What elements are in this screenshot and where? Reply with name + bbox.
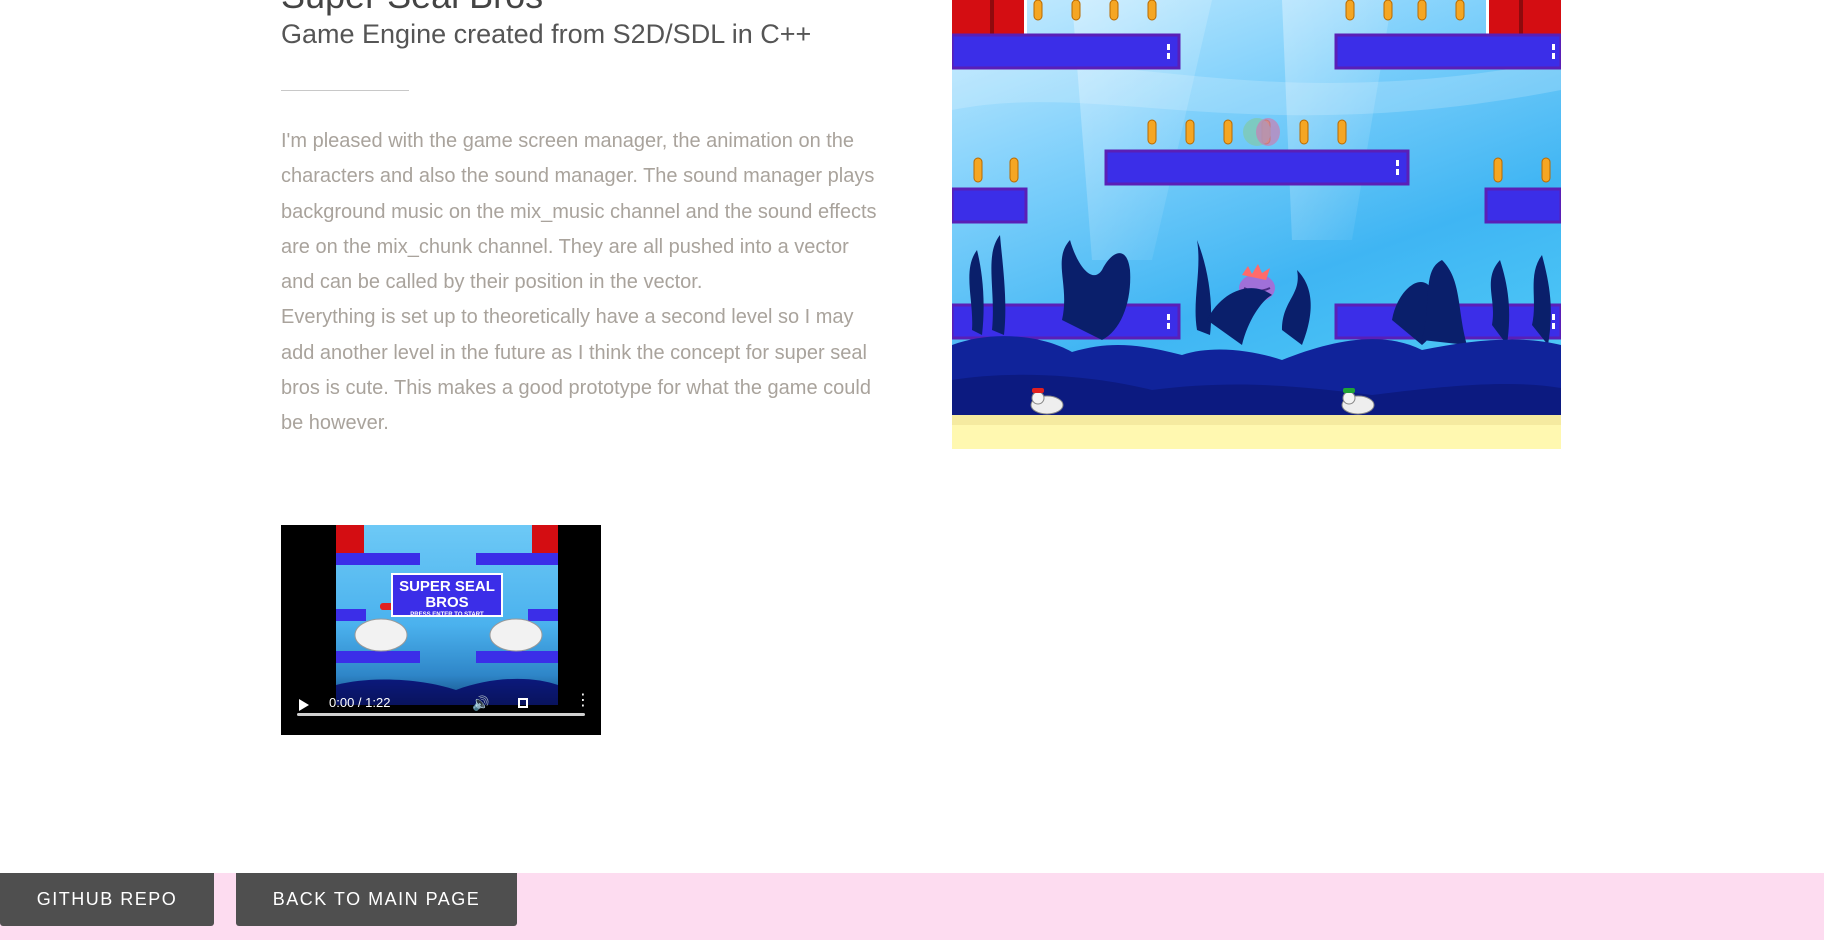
fullscreen-icon[interactable] [518, 698, 528, 708]
description-paragraph-2: Everything is set up to theoretically ha… [281, 306, 871, 435]
project-title: Super Seal Bros [281, 0, 543, 16]
play-icon[interactable] [299, 699, 309, 711]
pipe-left [952, 0, 1027, 34]
video-progress-bar[interactable] [297, 713, 585, 716]
footer-bar: GITHUB REPO BACK TO MAIN PAGE [0, 873, 1824, 940]
pipe-right [1486, 0, 1561, 34]
project-description: I'm pleased with the game screen manager… [281, 124, 881, 442]
video-title-card: SUPER SEAL BROS PRESS ENTER TO START [391, 573, 503, 618]
description-paragraph-1: I'm pleased with the game screen manager… [281, 130, 877, 294]
video-title-line2: BROS [425, 594, 469, 611]
game-screenshot [952, 0, 1561, 449]
gameplay-video-player[interactable]: SUPER SEAL BROS PRESS ENTER TO START 0:0… [281, 525, 601, 735]
project-subtitle: Game Engine created from S2D/SDL in C++ [281, 19, 812, 49]
project-page: Super Seal Bros Game Engine created from… [0, 0, 1824, 940]
video-title-line1: SUPER SEAL [399, 578, 495, 595]
clam-enemy-icon [1239, 118, 1280, 302]
title-divider [281, 90, 409, 91]
video-title-prompt: PRESS ENTER TO START [410, 612, 484, 618]
video-time: 0:00 / 1:22 [329, 695, 391, 710]
volume-icon[interactable]: 🔊 [472, 695, 489, 712]
back-to-main-button[interactable]: BACK TO MAIN PAGE [236, 873, 517, 926]
more-options-icon[interactable]: ⋮ [575, 693, 591, 709]
github-repo-button[interactable]: GITHUB REPO [0, 873, 214, 926]
video-controls: 0:00 / 1:22 🔊 ⋮ [281, 675, 601, 735]
